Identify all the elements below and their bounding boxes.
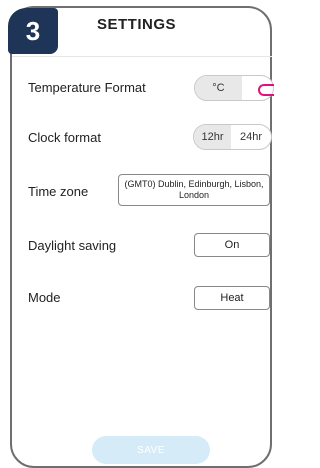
daylight-saving-button[interactable]: On [194,233,270,257]
step-number: 3 [25,15,41,46]
clock-12hr-option[interactable]: 12hr [194,125,232,149]
clock-format-label: Clock format [28,130,101,145]
celsius-option[interactable]: °C [195,76,242,100]
step-badge: 3 [8,8,58,54]
mode-label: Mode [28,290,61,305]
temperature-format-label: Temperature Format [28,80,146,95]
daylight-saving-label: Daylight saving [28,238,117,253]
clock-24hr-option[interactable]: 24hr [231,125,271,149]
save-button[interactable]: SAVE [92,436,210,464]
clock-format-toggle[interactable]: 12hr 24hr [193,124,272,150]
mode-button[interactable]: Heat [194,286,270,310]
header-divider [12,56,272,57]
time-zone-label: Time zone [28,184,89,199]
time-zone-select[interactable]: (GMT0) Dublin, Edinburgh, Lisbon, London [118,174,270,206]
highlight-marker [258,84,274,96]
